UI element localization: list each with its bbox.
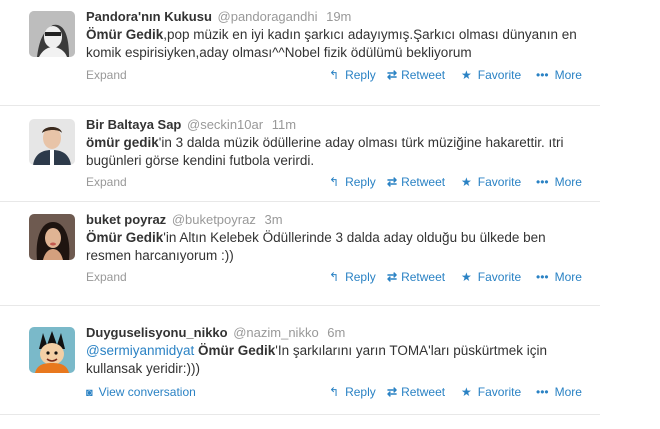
avatar[interactable] — [29, 214, 75, 260]
favorite-star-icon: ★ — [461, 175, 472, 189]
user-handle[interactable]: @pandoragandhi — [218, 9, 318, 24]
favorite-star-icon: ★ — [461, 385, 472, 399]
avatar[interactable] — [29, 327, 75, 373]
retweet-icon: ⇄ — [387, 385, 397, 399]
reply-label: Reply — [345, 385, 376, 399]
favorite-button[interactable]: ★ Favorite — [461, 269, 521, 285]
user-handle[interactable]: @seckin10ar — [187, 117, 263, 132]
avatar[interactable] — [29, 119, 75, 165]
tweet-time[interactable]: 6m — [327, 325, 345, 340]
tweet-header: Duyguselisyonu_nikko @nazim_nikko 6m — [86, 325, 345, 341]
search-highlight: Ömür Gedik — [86, 230, 164, 245]
reply-button[interactable]: ↰ Reply — [329, 67, 376, 83]
reply-icon: ↰ — [329, 385, 340, 399]
retweet-button[interactable]: ⇄ Retweet — [387, 67, 445, 83]
user-name[interactable]: Pandora'nın Kukusu — [86, 9, 212, 24]
expand-link[interactable]: Expand — [86, 269, 127, 285]
tweet-footer: ◙ View conversation ↰ Reply ⇄ Retweet ★ Favo… — [86, 384, 586, 400]
favorite-star-icon: ★ — [461, 68, 472, 82]
reply-icon: ↰ — [329, 68, 340, 82]
user-handle[interactable]: @nazim_nikko — [233, 325, 318, 340]
reply-label: Reply — [345, 270, 376, 284]
tweet-footer: Expand ↰ Reply ⇄ Retweet ★ Favorite ••• More — [86, 67, 586, 83]
more-dots-icon: ••• — [536, 385, 549, 399]
divider — [0, 414, 600, 415]
tweet-header: buket poyraz @buketpoyraz 3m — [86, 212, 283, 228]
favorite-star-icon: ★ — [461, 270, 472, 284]
tweet-header: Pandora'nın Kukusu @pandoragandhi 19m — [86, 9, 351, 25]
reply-icon: ↰ — [329, 175, 340, 189]
tweet-item[interactable]: buket poyraz @buketpoyraz 3m Ömür Gedik'… — [0, 212, 600, 300]
more-label: More — [554, 270, 582, 284]
view-conversation-label: View conversation — [98, 385, 196, 399]
tweet-item[interactable]: Bir Baltaya Sap @seckin10ar 11m ömür ged… — [0, 117, 600, 197]
favorite-button[interactable]: ★ Favorite — [461, 384, 521, 400]
divider — [0, 305, 600, 306]
reply-button[interactable]: ↰ Reply — [329, 384, 376, 400]
tweet-item[interactable]: Pandora'nın Kukusu @pandoragandhi 19m Öm… — [0, 9, 600, 103]
conversation-bubble-icon: ◙ — [86, 387, 93, 399]
search-highlight: ömür gedik — [86, 135, 159, 150]
tweet-time[interactable]: 3m — [264, 212, 282, 227]
more-dots-icon: ••• — [536, 68, 549, 82]
user-name[interactable]: Bir Baltaya Sap — [86, 117, 181, 132]
more-dots-icon: ••• — [536, 175, 549, 189]
retweet-label: Retweet — [401, 175, 446, 189]
retweet-icon: ⇄ — [387, 68, 397, 82]
more-button[interactable]: ••• More — [536, 67, 582, 83]
retweet-icon: ⇄ — [387, 270, 397, 284]
divider — [0, 201, 600, 202]
mention-link[interactable]: @sermiyanmidyat — [86, 343, 194, 358]
reply-button[interactable]: ↰ Reply — [329, 174, 376, 190]
more-label: More — [554, 68, 582, 82]
tweet-time[interactable]: 11m — [272, 117, 296, 132]
favorite-label: Favorite — [477, 68, 522, 82]
favorite-label: Favorite — [477, 385, 522, 399]
expand-link[interactable]: Expand — [86, 174, 127, 190]
retweet-label: Retweet — [401, 68, 446, 82]
divider — [0, 105, 600, 106]
tweet-footer: Expand ↰ Reply ⇄ Retweet ★ Favorite ••• More — [86, 174, 586, 190]
retweet-icon: ⇄ — [387, 175, 397, 189]
avatar[interactable] — [29, 11, 75, 57]
favorite-label: Favorite — [477, 175, 522, 189]
more-label: More — [554, 175, 582, 189]
search-highlight: Ömür Gedik — [86, 27, 164, 42]
reply-label: Reply — [345, 68, 376, 82]
tweet-timeline: Pandora'nın Kukusu @pandoragandhi 19m Öm… — [0, 0, 660, 429]
more-button[interactable]: ••• More — [536, 174, 582, 190]
tweet-text: @sermiyanmidyat Ömür Gedik'In şarkıların… — [86, 342, 586, 378]
more-button[interactable]: ••• More — [536, 269, 582, 285]
retweet-button[interactable]: ⇄ Retweet — [387, 269, 445, 285]
view-conversation-link[interactable]: ◙ View conversation — [86, 384, 196, 401]
reply-button[interactable]: ↰ Reply — [329, 269, 376, 285]
retweet-label: Retweet — [401, 270, 446, 284]
retweet-label: Retweet — [401, 385, 446, 399]
reply-label: Reply — [345, 175, 376, 189]
reply-icon: ↰ — [329, 270, 340, 284]
favorite-button[interactable]: ★ Favorite — [461, 67, 521, 83]
user-name[interactable]: buket poyraz — [86, 212, 166, 227]
more-dots-icon: ••• — [536, 270, 549, 284]
retweet-button[interactable]: ⇄ Retweet — [387, 174, 445, 190]
expand-link[interactable]: Expand — [86, 67, 127, 83]
favorite-button[interactable]: ★ Favorite — [461, 174, 521, 190]
search-highlight: Ömür Gedik — [198, 343, 276, 358]
tweet-time[interactable]: 19m — [326, 9, 351, 24]
user-handle[interactable]: @buketpoyraz — [172, 212, 256, 227]
tweet-text: Ömür Gedik'in Altın Kelebek Ödüllerinde … — [86, 229, 586, 265]
tweet-text: ömür gedik'in 3 dalda müzik ödüllerine a… — [86, 134, 586, 170]
more-button[interactable]: ••• More — [536, 384, 582, 400]
tweet-footer: Expand ↰ Reply ⇄ Retweet ★ Favorite ••• More — [86, 269, 586, 285]
tweet-header: Bir Baltaya Sap @seckin10ar 11m — [86, 117, 296, 133]
tweet-text: Ömür Gedik,pop müzik en iyi kadın şarkıc… — [86, 26, 586, 62]
retweet-button[interactable]: ⇄ Retweet — [387, 384, 445, 400]
user-name[interactable]: Duyguselisyonu_nikko — [86, 325, 228, 340]
tweet-item[interactable]: Duyguselisyonu_nikko @nazim_nikko 6m @se… — [0, 325, 600, 405]
favorite-label: Favorite — [477, 270, 522, 284]
more-label: More — [554, 385, 582, 399]
